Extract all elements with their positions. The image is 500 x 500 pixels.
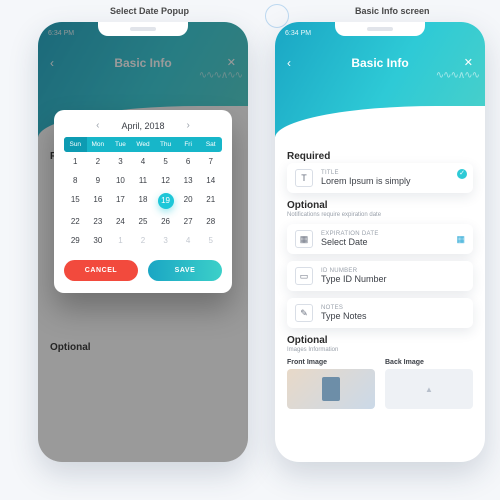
calendar-day[interactable]: 4 (132, 152, 155, 171)
calendar-day[interactable]: 4 (177, 231, 200, 250)
calendar-day[interactable]: 3 (154, 231, 177, 250)
back-image-label: Back Image (385, 359, 473, 366)
calendar-day[interactable]: 18 (132, 190, 155, 212)
dow-cell: Thu (154, 137, 177, 152)
text-icon: T (295, 169, 313, 187)
annotation-left: Select Date Popup (110, 6, 189, 16)
calendar-month: April, 2018 (121, 121, 164, 131)
id-icon: ▭ (295, 267, 313, 285)
calendar-day[interactable]: 8 (64, 171, 87, 190)
calendar-day[interactable]: 19 (158, 193, 174, 209)
header-curve (275, 106, 485, 138)
front-image-label: Front Image (287, 359, 375, 366)
calendar-day[interactable]: 9 (87, 171, 110, 190)
calendar-day[interactable]: 6 (177, 152, 200, 171)
prev-month-icon[interactable]: ‹ (96, 120, 99, 131)
page-title: Basic Info (275, 56, 485, 70)
calendar-icon: ▦ (295, 230, 313, 248)
dow-cell: Tue (109, 137, 132, 152)
id-field-card[interactable]: ▭ ID NUMBER Type ID Number (287, 261, 473, 291)
status-time: 6:34 PM (285, 30, 311, 37)
section-optional-title: Optional (287, 200, 473, 211)
calendar-day[interactable]: 5 (154, 152, 177, 171)
calendar-day[interactable]: 11 (132, 171, 155, 190)
calendar-grid: 1234567891011121314151617181920212223242… (64, 152, 222, 250)
back-image-placeholder[interactable]: ▲ (385, 369, 473, 409)
calendar-day[interactable]: 22 (64, 212, 87, 231)
calendar-day[interactable]: 15 (64, 190, 87, 212)
field-value: Type Notes (321, 311, 367, 321)
cancel-button[interactable]: CANCEL (64, 260, 138, 281)
field-value: Lorem Ipsum is simply (321, 176, 411, 186)
calendar-day[interactable]: 1 (109, 231, 132, 250)
device-notch (335, 22, 425, 36)
calendar-day[interactable]: 30 (87, 231, 110, 250)
calendar-day[interactable]: 27 (177, 212, 200, 231)
date-picker-modal: ‹ April, 2018 › SunMonTueWedThuFriSat 12… (54, 110, 232, 293)
annotation-right: Basic Info screen (355, 6, 430, 16)
calendar-day[interactable]: 26 (154, 212, 177, 231)
section-optional-subtitle: Notifications require expiration date (287, 212, 473, 218)
save-button[interactable]: SAVE (148, 260, 222, 281)
calendar-day[interactable]: 25 (132, 212, 155, 231)
phone-popup: 6:34 PM ‹ Basic Info ✕ ∿∿∿∧∿∿ R Optional… (38, 22, 248, 462)
next-month-icon[interactable]: › (187, 120, 190, 131)
calendar-day[interactable]: 17 (109, 190, 132, 212)
dow-cell: Fri (177, 137, 200, 152)
calendar-picker-icon[interactable]: ▦ (456, 234, 465, 245)
calendar-day[interactable]: 7 (199, 152, 222, 171)
section-images-title: Optional (287, 335, 473, 346)
calendar-day[interactable]: 23 (87, 212, 110, 231)
dow-cell: Sat (199, 137, 222, 152)
calendar-day[interactable]: 12 (154, 171, 177, 190)
dow-cell: Sun (64, 137, 87, 152)
calendar-day[interactable]: 5 (199, 231, 222, 250)
calendar-day[interactable]: 3 (109, 152, 132, 171)
phone-form: 6:34 PM ‹ Basic Info ✕ ∿∿∿∧∿∿ Required T… (275, 22, 485, 462)
title-field-card[interactable]: T TITLE Lorem Ipsum is simply ✓ (287, 163, 473, 193)
section-required-title: Required (287, 151, 473, 162)
app-header: 6:34 PM ‹ Basic Info ✕ ∿∿∿∧∿∿ (275, 22, 485, 137)
waveform-decoration: ∿∿∿∧∿∿ (436, 70, 479, 81)
front-image-thumb[interactable] (287, 369, 375, 409)
calendar-day[interactable]: 1 (64, 152, 87, 171)
calendar-day[interactable]: 29 (64, 231, 87, 250)
field-value: Type ID Number (321, 274, 387, 284)
check-icon: ✓ (457, 169, 467, 179)
dow-cell: Wed (132, 137, 155, 152)
calendar-day[interactable]: 2 (87, 152, 110, 171)
date-field-card[interactable]: ▦ EXPIRATION DATE Select Date ▦ (287, 224, 473, 254)
calendar-day[interactable]: 16 (87, 190, 110, 212)
calendar-day[interactable]: 20 (177, 190, 200, 212)
calendar-day[interactable]: 14 (199, 171, 222, 190)
calendar-day[interactable]: 28 (199, 212, 222, 231)
calendar-day[interactable]: 21 (199, 190, 222, 212)
calendar-day[interactable]: 2 (132, 231, 155, 250)
pencil-icon: ✎ (295, 304, 313, 322)
dow-cell: Mon (87, 137, 110, 152)
calendar-dow-row: SunMonTueWedThuFriSat (64, 137, 222, 152)
calendar-day[interactable]: 10 (109, 171, 132, 190)
device-notch (98, 22, 188, 36)
calendar-day[interactable]: 24 (109, 212, 132, 231)
field-value: Select Date (321, 237, 379, 247)
close-icon[interactable]: ✕ (464, 56, 473, 69)
section-images-subtitle: Images Information (287, 347, 473, 353)
notes-field-card[interactable]: ✎ NOTES Type Notes (287, 298, 473, 328)
calendar-day[interactable]: 13 (177, 171, 200, 190)
